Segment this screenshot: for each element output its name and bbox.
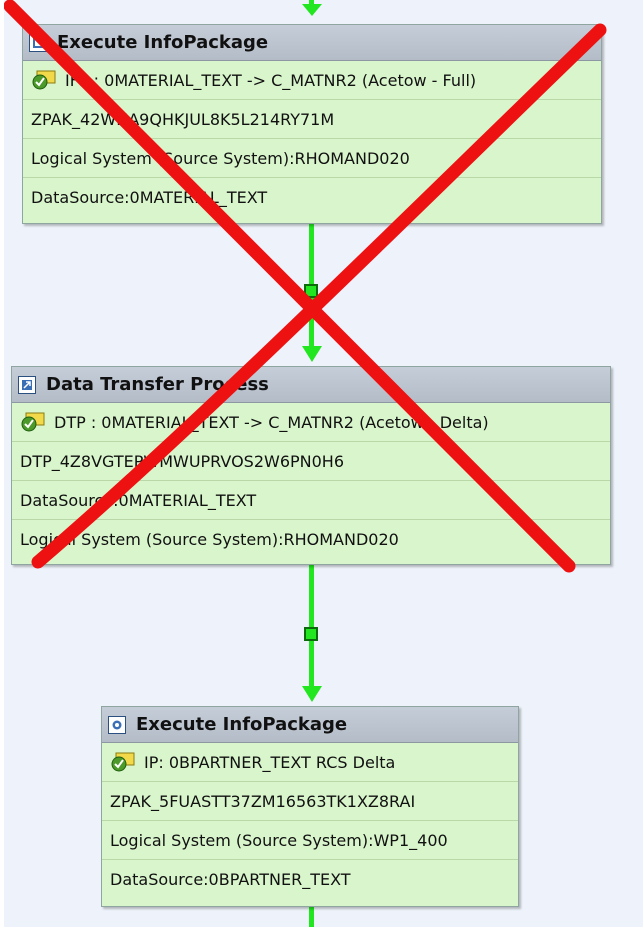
process-box-execute-infopackage-1[interactable]: Execute InfoPackage IFP : 0MATERIAL_TEXT… (22, 24, 602, 224)
variant-label: DTP : 0MATERIAL_TEXT -> C_MATNR2 (Acetow… (54, 412, 489, 432)
process-chain-canvas[interactable]: Execute InfoPackage IFP : 0MATERIAL_TEXT… (4, 0, 643, 927)
variant-row[interactable]: IFP : 0MATERIAL_TEXT -> C_MATNR2 (Acetow… (23, 61, 601, 100)
process-box-title: Data Transfer Process (46, 374, 269, 395)
datasource: DataSource:0MATERIAL_TEXT (20, 490, 257, 510)
connector-top-arrowhead (302, 4, 322, 16)
process-box-header[interactable]: Data Transfer Process (12, 367, 610, 403)
datasource: DataSource:0MATERIAL_TEXT (31, 188, 268, 207)
technical-name-row: ZPAK_5FUASTT37ZM16563TK1XZ8RAI (102, 782, 518, 821)
variant-row[interactable]: DTP : 0MATERIAL_TEXT -> C_MATNR2 (Acetow… (12, 403, 610, 442)
datasource: DataSource:0BPARTNER_TEXT (110, 870, 351, 889)
source-system: Logical System (Source System):WP1_400 (110, 830, 448, 850)
connector-bottom-stub (309, 905, 314, 927)
checked-variant-icon (32, 70, 56, 90)
process-box-title: Execute InfoPackage (57, 32, 269, 53)
process-type-icon (29, 33, 47, 52)
datasource-row: DataSource:0MATERIAL_TEXT (12, 481, 610, 520)
variant-label: IFP : 0MATERIAL_TEXT -> C_MATNR2 (Acetow… (65, 70, 477, 90)
connector-2-3-arrowhead (302, 686, 322, 702)
process-type-icon (18, 375, 36, 394)
checked-variant-icon (111, 752, 135, 772)
process-box-header[interactable]: Execute InfoPackage (102, 707, 518, 743)
source-system-row: Logical System (Source System):RHOMAND02… (12, 520, 610, 559)
process-box-execute-infopackage-2[interactable]: Execute InfoPackage IP: 0BPARTNER_TEXT R… (101, 706, 519, 907)
process-box-title: Execute InfoPackage (136, 714, 348, 735)
technical-name: ZPAK_42WHA9QHKJUL8K5L214RY71M (31, 109, 335, 129)
variant-label: IP: 0BPARTNER_TEXT RCS Delta (144, 752, 396, 772)
process-box-data-transfer-process[interactable]: Data Transfer Process DTP : 0MATERIAL_TE… (11, 366, 611, 565)
process-type-icon (108, 715, 126, 734)
source-system-row: Logical System (Source System):RHOMAND02… (23, 139, 601, 178)
technical-name: DTP_4Z8VGTEPWMWUPRVOS2W6PN0H6 (20, 451, 345, 471)
connector-2-3-node[interactable] (304, 627, 318, 641)
connector-1-2-node[interactable] (304, 284, 318, 298)
technical-name-row: ZPAK_42WHA9QHKJUL8K5L214RY71M (23, 100, 601, 139)
datasource-row: DataSource:0MATERIAL_TEXT (23, 178, 601, 217)
checked-variant-icon (21, 412, 45, 432)
connector-1-2-arrowhead (302, 346, 322, 362)
source-system: Logical System (Source System):RHOMAND02… (31, 148, 410, 168)
source-system-row: Logical System (Source System):WP1_400 (102, 821, 518, 860)
variant-row[interactable]: IP: 0BPARTNER_TEXT RCS Delta (102, 743, 518, 782)
technical-name: ZPAK_5FUASTT37ZM16563TK1XZ8RAI (110, 791, 416, 811)
source-system: Logical System (Source System):RHOMAND02… (20, 530, 399, 549)
process-box-header[interactable]: Execute InfoPackage (23, 25, 601, 61)
technical-name-row: DTP_4Z8VGTEPWMWUPRVOS2W6PN0H6 (12, 442, 610, 481)
datasource-row: DataSource:0BPARTNER_TEXT (102, 860, 518, 899)
